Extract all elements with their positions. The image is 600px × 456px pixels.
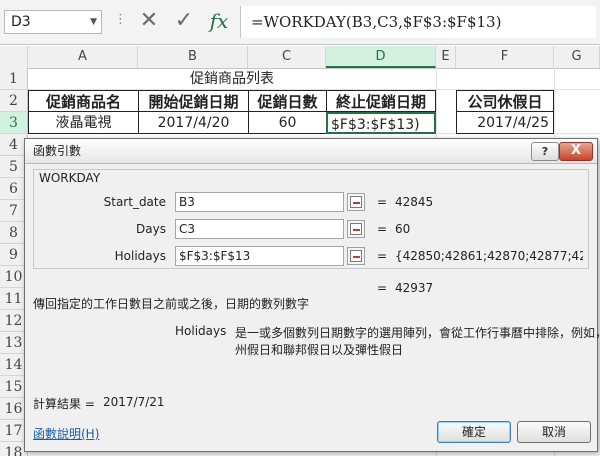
dialog-title: 函數引數: [33, 144, 82, 158]
cancel-button[interactable]: 取消: [517, 421, 591, 443]
enter-check-icon[interactable]: ✓: [170, 6, 198, 36]
header-cell-c2[interactable]: 促銷日數: [248, 90, 327, 112]
start-date-label: Start_date: [103, 195, 166, 209]
column-header-g[interactable]: G: [554, 46, 600, 68]
argument-help-text: 是一或多個數列日期數字的選用陣列，會從工作行事曆中排除，例如，: [235, 326, 600, 340]
function-description: 傳回指定的工作日數目之前或之後，日期的數列數字: [33, 297, 310, 311]
data-cell-f3[interactable]: 2017/4/25: [456, 112, 554, 134]
dialog-title-bar[interactable]: 函數引數 ? X: [25, 139, 597, 164]
column-header-bar: A B C D E F G: [0, 46, 600, 69]
header-cell-f2[interactable]: 公司休假日: [456, 90, 554, 112]
more-dots-icon: ⋮: [114, 12, 127, 27]
argument-help-text: 州假日和聯邦假日以及彈性假日: [235, 343, 404, 357]
close-button[interactable]: X: [559, 142, 593, 161]
start-date-input[interactable]: B3: [175, 192, 344, 212]
row-header[interactable]: 2: [0, 90, 28, 112]
function-arguments-dialog: 函數引數 ? X WORKDAY Start_date B3 = 42845 D…: [24, 138, 600, 452]
sheet-title-cell[interactable]: 促銷商品列表: [28, 68, 436, 90]
formula-bar: D3 ▼ ⋮ ✕ ✓ fx =WORKDAY(B3,C3,$F$3:$F$13): [0, 0, 600, 45]
cancel-icon[interactable]: ✕: [135, 6, 163, 36]
holidays-input[interactable]: $F$3:$F$13: [175, 246, 344, 266]
holidays-value: {42850;42861;42870;42877;4288...: [395, 249, 583, 263]
column-header-e[interactable]: E: [436, 46, 456, 68]
data-cell-a3[interactable]: 液晶電視: [28, 112, 139, 134]
collapse-dialog-icon[interactable]: [347, 247, 365, 265]
chevron-down-icon[interactable]: ▼: [90, 11, 97, 33]
result-label: 計算結果 =: [33, 397, 95, 411]
select-all-corner[interactable]: [0, 46, 28, 68]
formula-result-value: 42937: [395, 281, 434, 295]
equals-sign: =: [377, 195, 388, 209]
equals-sign: =: [377, 222, 388, 236]
data-cell-b3[interactable]: 2017/4/20: [138, 112, 249, 134]
holidays-label: Holidays: [114, 249, 166, 263]
formula-input[interactable]: =WORKDAY(B3,C3,$F$3:$F$13): [240, 6, 596, 38]
days-label: Days: [136, 222, 166, 236]
column-header-b[interactable]: B: [138, 46, 248, 68]
collapse-dialog-icon[interactable]: [347, 193, 365, 211]
column-header-d[interactable]: D: [326, 46, 436, 68]
row-header[interactable]: 1: [0, 68, 28, 90]
header-cell-a2[interactable]: 促銷商品名: [28, 90, 139, 112]
days-value: 60: [395, 222, 411, 236]
header-cell-d2[interactable]: 終止促銷日期: [326, 90, 436, 112]
insert-function-icon[interactable]: fx: [205, 6, 233, 36]
argument-help-name: Holidays: [175, 324, 227, 338]
ok-button[interactable]: 確定: [437, 421, 511, 443]
active-cell-d3[interactable]: $F$3:$F$13): [326, 112, 436, 134]
column-header-f[interactable]: F: [456, 46, 554, 68]
equals-sign: =: [377, 281, 388, 295]
data-cell-c3[interactable]: 60: [248, 112, 327, 134]
column-header-a[interactable]: A: [28, 46, 138, 68]
start-date-value: 42845: [395, 195, 434, 209]
header-cell-b2[interactable]: 開始促銷日期: [138, 90, 249, 112]
result-value: 2017/7/21: [103, 395, 165, 409]
help-button[interactable]: ?: [531, 142, 559, 161]
name-box-value: D3: [11, 14, 31, 30]
function-name: WORKDAY: [39, 171, 101, 185]
row-header[interactable]: 3: [0, 112, 28, 134]
collapse-dialog-icon[interactable]: [347, 220, 365, 238]
days-input[interactable]: C3: [175, 219, 344, 239]
column-header-c[interactable]: C: [248, 46, 326, 68]
name-box[interactable]: D3 ▼: [4, 10, 102, 34]
equals-sign: =: [377, 249, 388, 263]
function-help-link[interactable]: 函數說明(H): [33, 425, 99, 442]
